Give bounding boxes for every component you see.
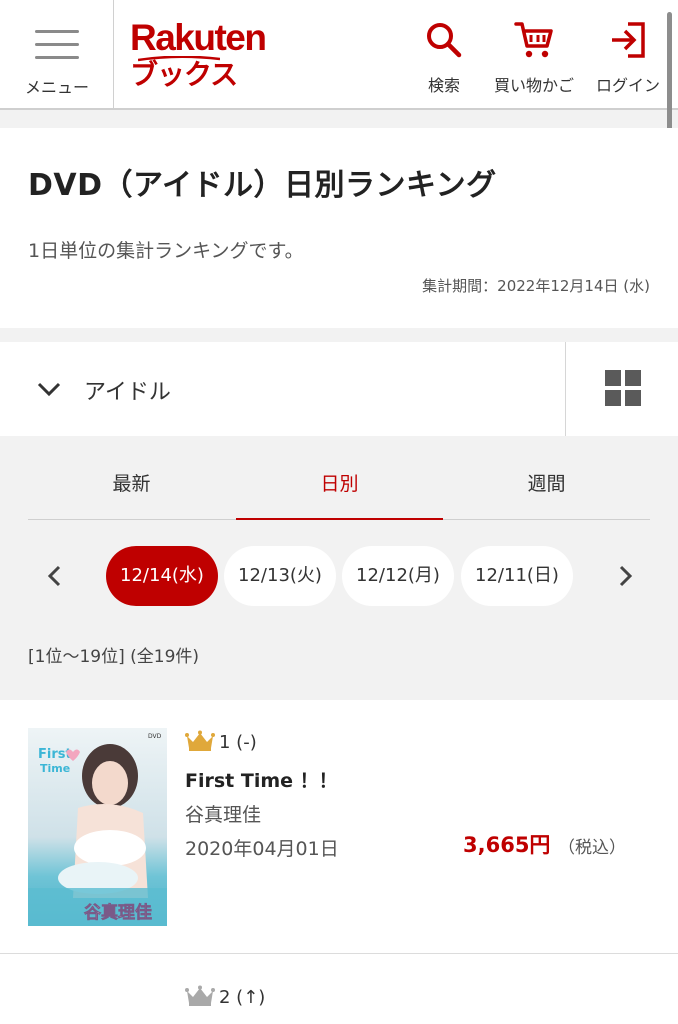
search-icon: [427, 23, 462, 58]
date-pill[interactable]: 12/12(月): [342, 546, 454, 606]
item-title[interactable]: First Time ！！: [185, 766, 338, 793]
page-title: DVD（アイドル）日別ランキング: [28, 168, 497, 203]
tab-daily[interactable]: 日別: [236, 458, 443, 520]
logo-wordmark: Rakuten: [130, 17, 267, 58]
login-icon: [612, 22, 645, 58]
item-release-date: 2020年04月01日: [185, 838, 339, 860]
cart-button[interactable]: 買い物かご: [490, 20, 578, 100]
chevron-left-icon[interactable]: [44, 562, 66, 590]
page-description: 1日単位の集計ランキングです。: [28, 240, 304, 262]
svg-text:First: First: [38, 747, 72, 762]
item-artist[interactable]: 谷真理佳: [185, 800, 261, 827]
logo-subtitle: ブックス: [130, 58, 238, 91]
result-count: [1位〜19位] (全19件): [28, 647, 200, 667]
genre-label: アイドル: [84, 380, 171, 405]
chevron-right-icon[interactable]: [614, 562, 636, 590]
rank-label: 1 (-): [219, 732, 257, 753]
tab-weekly[interactable]: 週間: [443, 458, 650, 520]
tab-latest[interactable]: 最新: [28, 458, 235, 520]
filter-row: アイドル: [0, 342, 678, 436]
grid-icon: [605, 370, 641, 406]
product-cover-image[interactable]: First Time DVD 谷真理佳: [28, 728, 167, 926]
chevron-down-icon: [37, 382, 61, 397]
app-header: メニュー Rakuten ブックス 検索 買い物かご ログイン: [0, 0, 678, 110]
date-pill[interactable]: 12/14(水): [106, 546, 218, 606]
silver-crown-icon: [185, 985, 215, 1006]
tax-label: （税込）: [558, 838, 626, 858]
search-label: 検索: [427, 76, 460, 95]
menu-label: メニュー: [24, 78, 89, 97]
hamburger-icon: [35, 30, 79, 60]
cart-icon: [514, 22, 553, 58]
genre-select[interactable]: アイドル: [0, 342, 565, 436]
gold-crown-icon: [185, 730, 215, 751]
logo-swoosh-icon: [138, 56, 220, 62]
login-button[interactable]: ログイン: [594, 20, 662, 100]
date-pill[interactable]: 12/13(火): [224, 546, 336, 606]
svg-text:DVD: DVD: [148, 733, 162, 740]
ranking-header-card: DVD（アイドル）日別ランキング 1日単位の集計ランキングです。 集計期間：20…: [0, 128, 678, 328]
ranking-list: First Time DVD 谷真理佳 1 (-) First Time ！！ …: [0, 700, 678, 1024]
rank-label: 2 (↑): [219, 987, 266, 1008]
aggregation-period: 集計期間：2022年12月14日 (水): [422, 277, 650, 295]
search-button[interactable]: 検索: [418, 20, 470, 100]
login-label: ログイン: [595, 76, 660, 95]
item-price: 3,665円: [463, 833, 551, 857]
rakuten-books-logo[interactable]: Rakuten ブックス: [130, 18, 280, 98]
cart-label: 買い物かご: [493, 76, 574, 95]
date-pill[interactable]: 12/11(日): [461, 546, 573, 606]
grid-view-button[interactable]: [565, 342, 678, 436]
svg-text:Time: Time: [40, 762, 70, 775]
date-selector: 12/14(水) 12/13(火) 12/12(月) 12/11(日): [0, 546, 678, 608]
svg-text:谷真理佳: 谷真理佳: [84, 902, 152, 923]
list-item[interactable]: 2 (↑): [0, 955, 678, 1024]
period-tabs: 最新 日別 週間: [28, 458, 650, 520]
list-item[interactable]: First Time DVD 谷真理佳 1 (-) First Time ！！ …: [0, 700, 678, 954]
menu-button[interactable]: メニュー: [0, 0, 114, 108]
